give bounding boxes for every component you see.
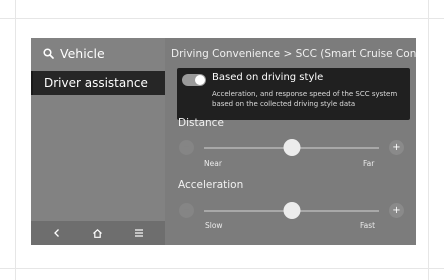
acceleration-thumb[interactable] [283,202,300,219]
acceleration-label: Acceleration [178,179,244,191]
frame-line [0,18,444,19]
search-icon [43,48,54,59]
back-icon[interactable] [47,223,67,243]
acceleration-minus-button[interactable]: − [179,203,194,218]
sidebar: Vehicle Driver assistance [31,38,165,245]
acceleration-min-label: Slow [205,221,223,230]
page-frame: Vehicle Driver assistance Driving Conven… [0,0,444,280]
frame-line [428,0,429,280]
acceleration-slider[interactable]: − + [179,201,404,221]
infotainment-screen: Vehicle Driver assistance Driving Conven… [31,38,416,245]
toggle-knob [195,75,205,85]
distance-min-label: Near [204,159,222,168]
menu-icon[interactable] [129,223,149,243]
acceleration-plus-button[interactable]: + [389,203,404,218]
driving-style-popup: Based on driving style Acceleration, and… [177,68,410,120]
breadcrumb: Driving Convenience > SCC (Smart Cruise … [171,48,416,60]
search-label: Vehicle [60,46,105,61]
home-icon[interactable] [88,223,108,243]
popup-description: Acceleration, and response speed of the … [212,90,398,108]
popup-title: Based on driving style [212,72,324,83]
driving-style-toggle[interactable] [182,74,206,86]
acceleration-max-label: Fast [360,221,376,230]
distance-label: Distance [178,117,224,129]
distance-thumb[interactable] [283,139,300,156]
sidebar-bottom-bar [31,221,165,245]
distance-slider[interactable]: − + [179,138,404,158]
frame-line [15,0,16,280]
distance-max-label: Far [363,159,375,168]
distance-minus-button[interactable]: − [179,140,194,155]
frame-line [0,268,444,269]
distance-plus-button[interactable]: + [389,140,404,155]
search-button[interactable]: Vehicle [43,46,105,61]
sidebar-item-driver-assistance[interactable]: Driver assistance [31,71,165,95]
